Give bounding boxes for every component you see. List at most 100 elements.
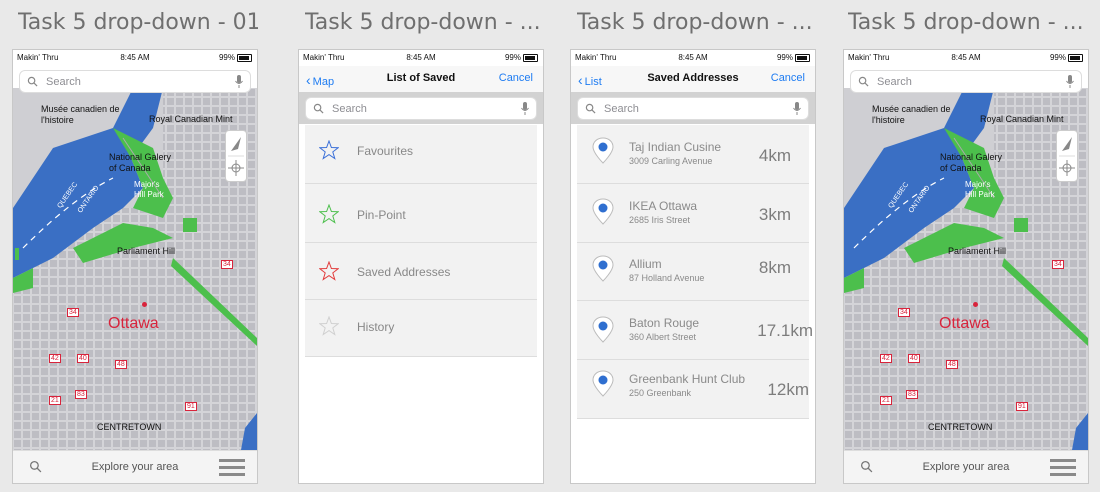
map-label-gallery: National Galery of Canada xyxy=(109,152,172,173)
address-row[interactable]: Allium 87 Holland Avenue 8km xyxy=(577,243,809,301)
nav-bar: ‹ Map List of Saved Cancel xyxy=(299,66,543,92)
road-shield: 21 xyxy=(880,396,892,405)
road-shield: 34 xyxy=(67,308,79,317)
location-arrow-icon[interactable] xyxy=(1057,131,1077,181)
map-view[interactable]: Musée canadien de l'histoire Royal Canad… xyxy=(13,88,257,450)
address-name: Allium xyxy=(629,257,662,271)
map-label-centretown: CENTRETOWN xyxy=(97,422,162,432)
star-icon xyxy=(319,261,339,281)
artboard-title-2: Task 5 drop-down - ... xyxy=(305,10,541,35)
map-label-parliament: Parliament Hill xyxy=(948,246,1007,256)
map-label-hill-park: Major's Hill Park xyxy=(965,180,995,199)
address-name: Taj Indian Cusine xyxy=(629,140,722,154)
battery-percent: 99% xyxy=(504,53,521,62)
map-city-dot xyxy=(142,302,147,307)
map-label-mint: Royal Canadian Mint xyxy=(980,114,1064,124)
address-street: 87 Holland Avenue xyxy=(629,273,705,283)
status-bar: Makin' Thru 8:45 AM 99% xyxy=(571,50,815,66)
map-search-input[interactable]: Search xyxy=(850,70,1082,93)
list-item-favourites[interactable]: Favourites xyxy=(305,125,537,184)
artboard-title-3: Task 5 drop-down - ... xyxy=(577,10,813,35)
artboard-title-4: Task 5 drop-down - ... xyxy=(848,10,1084,35)
address-distance: 3km xyxy=(758,205,791,224)
address-distance: 17.1km xyxy=(757,321,813,340)
status-bar: Makin' Thru 8:45 AM 99% xyxy=(13,50,257,66)
microphone-icon[interactable] xyxy=(793,102,801,116)
cancel-button[interactable]: Cancel xyxy=(771,72,805,84)
search-placeholder: Search xyxy=(604,103,639,115)
star-icon xyxy=(319,316,339,336)
microphone-icon[interactable] xyxy=(521,102,529,116)
road-shield: 83 xyxy=(906,390,918,399)
microphone-icon[interactable] xyxy=(1066,75,1074,89)
road-shield: 34 xyxy=(898,308,910,317)
battery-icon xyxy=(237,54,252,62)
list-item-label: Pin-Point xyxy=(357,208,406,222)
road-shield: 34 xyxy=(221,260,233,269)
artboard-title-1: Task 5 drop-down - 01 xyxy=(18,10,258,35)
address-name: Greenbank Hunt Club xyxy=(629,372,746,386)
location-pin-icon xyxy=(592,255,614,282)
menu-icon[interactable] xyxy=(1050,459,1076,476)
list-item-history[interactable]: History xyxy=(305,300,537,357)
search-icon xyxy=(585,103,596,114)
address-street: 250 Greenbank xyxy=(629,388,692,398)
map-label-parliament: Parliament Hill xyxy=(117,246,176,256)
phone-map-screen-2: Makin' Thru 8:45 AM 99% Musée canadien d… xyxy=(843,49,1089,484)
map-controls xyxy=(1056,130,1078,182)
list-item-pin-point[interactable]: Pin-Point xyxy=(305,184,537,243)
address-street: 3009 Carling Avenue xyxy=(629,156,713,166)
address-row[interactable]: Greenbank Hunt Club 250 Greenbank 12km xyxy=(577,360,809,419)
bottom-bar: Explore your area xyxy=(13,450,257,483)
search-icon xyxy=(858,76,869,87)
menu-icon[interactable] xyxy=(219,459,245,476)
list-item-saved-addresses[interactable]: Saved Addresses xyxy=(305,243,537,300)
map-controls xyxy=(225,130,247,182)
battery-icon xyxy=(795,54,810,62)
address-name: IKEA Ottawa xyxy=(629,199,698,213)
search-placeholder: Search xyxy=(46,76,81,88)
star-icon xyxy=(319,140,339,160)
map-label-hill-park: Major's Hill Park xyxy=(134,180,164,199)
search-placeholder: Search xyxy=(877,76,912,88)
map-label-centretown: CENTRETOWN xyxy=(928,422,993,432)
phone-saved-addresses-screen: Makin' Thru 8:45 AM 99% ‹ List Saved Addr… xyxy=(570,49,816,484)
bottom-bar: Explore your area xyxy=(844,450,1088,483)
map-label-museum: Musée canadien de l'histoire xyxy=(41,104,120,125)
search-container: Search xyxy=(571,92,815,124)
nav-bar: ‹ List Saved Addresses Cancel xyxy=(571,66,815,92)
address-distance: 4km xyxy=(758,146,791,165)
battery-percent: 99% xyxy=(776,53,793,62)
road-shield: 91 xyxy=(1016,402,1028,411)
road-shield: 40 xyxy=(77,354,89,363)
map-view[interactable]: Musée canadien de l'histoire Royal Canad… xyxy=(844,88,1088,450)
addresses-search-input[interactable]: Search xyxy=(577,97,809,120)
saved-search-input[interactable]: Search xyxy=(305,97,537,120)
search-icon xyxy=(313,103,324,114)
road-shield: 42 xyxy=(49,354,61,363)
list-item-label: Saved Addresses xyxy=(357,265,451,279)
location-pin-icon xyxy=(592,370,614,397)
map-label-mint: Royal Canadian Mint xyxy=(149,114,233,124)
list-item-label: Favourites xyxy=(357,144,414,158)
map-city-dot xyxy=(973,302,978,307)
search-container: Search xyxy=(299,92,543,124)
map-label-museum: Musée canadien de l'histoire xyxy=(872,104,951,125)
search-placeholder: Search xyxy=(332,103,367,115)
address-row[interactable]: IKEA Ottawa 2685 Iris Street 3km xyxy=(577,184,809,243)
cancel-button[interactable]: Cancel xyxy=(499,72,533,84)
road-shield: 34 xyxy=(1052,260,1064,269)
address-row[interactable]: Taj Indian Cusine 3009 Carling Avenue 4k… xyxy=(577,125,809,184)
microphone-icon[interactable] xyxy=(235,75,243,89)
map-label-city: Ottawa xyxy=(939,315,990,332)
star-icon xyxy=(319,204,339,224)
saved-categories-list: Favourites Pin-Point Saved Addresses His… xyxy=(305,125,537,357)
road-shield: 83 xyxy=(75,390,87,399)
location-arrow-icon[interactable] xyxy=(226,131,246,181)
map-search-input[interactable]: Search xyxy=(19,70,251,93)
address-name: Baton Rouge xyxy=(629,316,700,330)
location-pin-icon xyxy=(592,316,614,343)
battery-icon xyxy=(1068,54,1083,62)
address-row[interactable]: Baton Rouge 360 Albert Street 17.1km xyxy=(577,301,813,360)
address-distance: 8km xyxy=(758,258,791,277)
